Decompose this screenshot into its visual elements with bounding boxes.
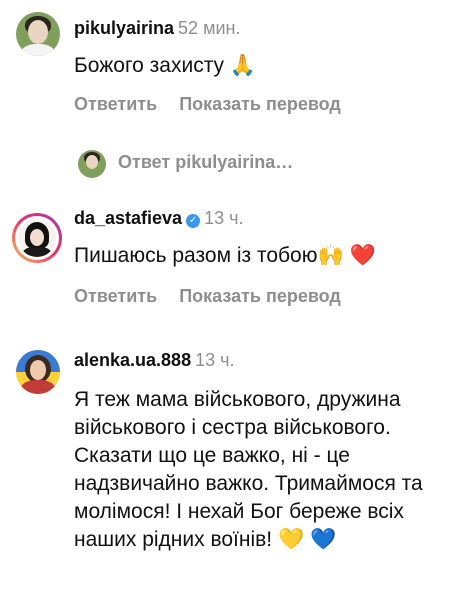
username[interactable]: alenka.ua.888	[74, 350, 191, 370]
reply-avatar	[78, 150, 106, 178]
reply-thread-text[interactable]: Ответ pikulyairina…	[118, 152, 293, 173]
timestamp: 13 ч.	[204, 208, 244, 228]
username[interactable]: da_astafieva	[74, 208, 182, 228]
verified-badge-icon: ✓	[186, 214, 201, 228]
comment-text: Пишаюсь разом із тобою🙌 ❤️	[74, 244, 376, 267]
comment-text: Божого захисту 🙏	[74, 54, 257, 77]
comment-actions: Ответить Показать перевод	[74, 94, 341, 115]
reply-label: Ответ	[118, 152, 171, 172]
comment-header: pikulyairina 52 мин.	[74, 18, 240, 39]
reply-button[interactable]: Ответить	[74, 94, 157, 114]
translate-button[interactable]: Показать перевод	[179, 286, 341, 306]
comment-header: alenka.ua.888 13 ч.	[74, 350, 235, 371]
reply-button[interactable]: Ответить	[74, 286, 157, 306]
avatar[interactable]	[16, 12, 60, 56]
translate-button[interactable]: Показать перевод	[179, 94, 341, 114]
avatar-story-ring[interactable]	[12, 213, 62, 263]
timestamp: 52 мин.	[178, 18, 241, 38]
comment-text: Я теж мама військового, дружина військов…	[74, 388, 423, 551]
comment-header: da_astafieva ✓ 13 ч.	[74, 208, 243, 229]
comment-actions: Ответить Показать перевод	[74, 286, 341, 307]
avatar[interactable]	[16, 350, 60, 394]
timestamp: 13 ч.	[195, 350, 235, 370]
username[interactable]: pikulyairina	[74, 18, 174, 38]
reply-username: pikulyairina…	[175, 152, 294, 172]
